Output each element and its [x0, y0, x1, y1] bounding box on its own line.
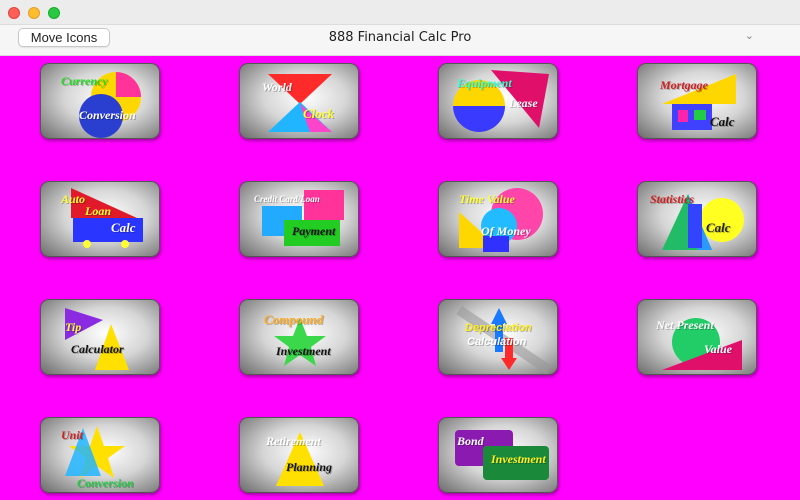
- tile-label-line2: Conversion: [79, 108, 136, 122]
- bond-investment-tile[interactable]: Bond Investment: [438, 417, 558, 493]
- tile-label-line2: Calc: [706, 220, 731, 235]
- compound-investment-tile[interactable]: Compound Investment: [239, 299, 359, 375]
- tile-label-line3: Calc: [111, 220, 136, 235]
- tile-label-line2: Investment: [491, 452, 546, 466]
- close-window-button[interactable]: [8, 7, 20, 19]
- tile-label-line1: Compound: [264, 312, 324, 327]
- window-title: 888 Financial Calc Pro: [328, 30, 472, 45]
- tile-label-line2: Value: [704, 342, 733, 356]
- title-bar: [0, 0, 800, 25]
- statistics-calc-tile[interactable]: Statistics Calc: [637, 181, 757, 257]
- retirement-planning-tile[interactable]: Retirement Planning: [239, 417, 359, 493]
- tip-calculator-tile[interactable]: Tip Calculator: [40, 299, 160, 375]
- zoom-window-button[interactable]: [48, 7, 60, 19]
- tile-label-line1: Retirement: [266, 434, 321, 448]
- tile-label-line2: Planning: [286, 460, 333, 474]
- tip-calculator-icon: [65, 308, 129, 370]
- depreciation-calculation-tile[interactable]: Depreciation Calculation: [438, 299, 558, 375]
- tile-label-line2: Calculation: [467, 336, 527, 348]
- tile-label-line2: Calc: [710, 114, 735, 129]
- time-value-of-money-tile[interactable]: Time Value Of Money: [438, 181, 558, 257]
- tile-label-line1: Time Value: [459, 192, 515, 206]
- tile-label-line1: Auto: [61, 192, 86, 206]
- auto-loan-calc-tile[interactable]: Auto Loan Calc: [40, 181, 160, 257]
- unit-conversion-tile[interactable]: Unit Conversion: [40, 417, 160, 493]
- auto-loan-calc-icon: [71, 188, 143, 248]
- equipment-lease-tile[interactable]: Equipment Lease: [438, 63, 558, 139]
- world-clock-icon: [268, 74, 332, 132]
- tile-label-line1: Net Present: [656, 318, 714, 332]
- tile-label-line1: Bond: [457, 434, 484, 448]
- chevron-down-icon[interactable]: ⌄: [745, 29, 754, 42]
- tile-label-line1: Mortgage: [660, 78, 708, 92]
- tile-label-line1: Unit: [61, 428, 84, 442]
- mortgage-calc-tile[interactable]: Mortgage Calc: [637, 63, 757, 139]
- tile-label-line2: Clock: [303, 106, 335, 121]
- tile-label-line2: Of Money: [481, 224, 531, 238]
- tile-label-line1: Currency: [61, 74, 108, 88]
- tile-label-line2: Lease: [509, 96, 538, 110]
- tile-label-line1: Equipment: [457, 76, 512, 90]
- tile-label-line1: Depreciation: [465, 322, 532, 334]
- tile-label-line2: Conversion: [77, 476, 134, 490]
- currency-conversion-tile[interactable]: Currency Conversion: [40, 63, 160, 139]
- tile-label-line2: Calculator: [71, 342, 124, 356]
- move-icons-button[interactable]: Move Icons: [18, 28, 110, 47]
- retirement-planning-icon: [276, 432, 324, 486]
- tile-label-line2: Loan: [85, 204, 112, 218]
- tile-label-line1: Statistics: [650, 192, 695, 206]
- world-clock-tile[interactable]: World Clock: [239, 63, 359, 139]
- tile-label-line2: Investment: [276, 344, 331, 358]
- tile-label-line1: World: [262, 80, 292, 94]
- minimize-window-button[interactable]: [28, 7, 40, 19]
- credit-card-loan-payment-tile[interactable]: Credit Card/Loan Payment: [239, 181, 359, 257]
- toolbar: Move Icons 888 Financial Calc Pro ⌄: [0, 25, 800, 56]
- net-present-value-tile[interactable]: Net Present Value: [637, 299, 757, 375]
- net-present-value-icon: [662, 318, 742, 370]
- tile-label-line2: Payment: [292, 224, 336, 238]
- mortgage-calc-icon: [662, 74, 736, 130]
- tile-label-line1: Credit Card/Loan: [254, 194, 320, 204]
- tile-label-line1: Tip: [65, 320, 82, 334]
